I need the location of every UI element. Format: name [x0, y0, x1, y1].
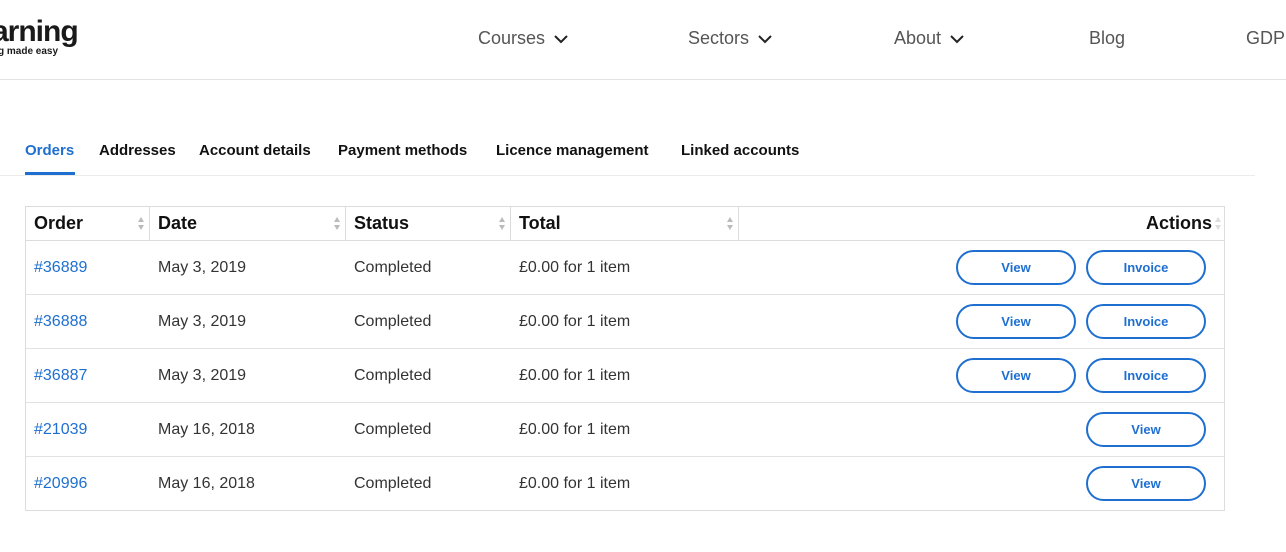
table-row: #21039 May 16, 2018 Completed £0.00 for … — [26, 403, 1224, 457]
order-number-link[interactable]: #36888 — [34, 295, 87, 348]
orders-table: Order Date Status Total Actions #36889 M… — [25, 206, 1225, 511]
nav-sectors-label: Sectors — [688, 28, 750, 48]
table-row: #36887 May 3, 2019 Completed £0.00 for 1… — [26, 349, 1224, 403]
table-row: #36888 May 3, 2019 Completed £0.00 for 1… — [26, 295, 1224, 349]
order-status: Completed — [354, 475, 432, 492]
chevron-down-icon — [758, 34, 772, 43]
view-button[interactable]: View — [1086, 466, 1206, 501]
chevron-down-icon — [950, 34, 964, 43]
view-button[interactable]: View — [956, 304, 1076, 339]
column-header-label: Total — [519, 213, 561, 233]
account-tabs: Orders Addresses Account details Payment… — [0, 128, 1255, 176]
order-date: May 16, 2018 — [158, 475, 255, 492]
tab-account-details[interactable]: Account details — [199, 142, 311, 159]
order-date: May 3, 2019 — [158, 313, 247, 330]
order-number-link[interactable]: #36889 — [34, 241, 87, 294]
column-header-label: Date — [158, 213, 198, 233]
order-total: £0.00 for 1 item — [519, 475, 631, 492]
tab-orders[interactable]: Orders — [25, 142, 74, 159]
table-row: #20996 May 16, 2018 Completed £0.00 for … — [26, 457, 1224, 510]
column-header-total[interactable]: Total — [511, 207, 739, 240]
order-status: Completed — [354, 313, 432, 330]
order-number-link[interactable]: #36887 — [34, 349, 87, 402]
invoice-button[interactable]: Invoice — [1086, 358, 1206, 393]
sort-icon — [1215, 217, 1221, 230]
invoice-button[interactable]: Invoice — [1086, 250, 1206, 285]
order-status: Completed — [354, 259, 432, 276]
sort-icon — [727, 217, 733, 230]
nav-gdpr[interactable]: GDP — [1246, 28, 1285, 49]
site-header: arning g made easy Courses Sectors About… — [0, 0, 1286, 80]
order-number-link[interactable]: #21039 — [34, 403, 87, 456]
order-total: £0.00 for 1 item — [519, 421, 631, 438]
column-header-actions[interactable]: Actions — [739, 207, 1224, 240]
logo-text: arning — [0, 15, 79, 48]
order-date: May 3, 2019 — [158, 367, 247, 384]
order-total: £0.00 for 1 item — [519, 313, 631, 330]
tab-licence-management[interactable]: Licence management — [496, 142, 649, 159]
column-header-date[interactable]: Date — [150, 207, 346, 240]
order-status: Completed — [354, 367, 432, 384]
view-button[interactable]: View — [1086, 412, 1206, 447]
order-date: May 16, 2018 — [158, 421, 255, 438]
nav-about[interactable]: About — [894, 28, 965, 49]
tab-linked-accounts[interactable]: Linked accounts — [681, 142, 799, 159]
nav-blog-label: Blog — [1089, 28, 1126, 48]
column-header-label: Actions — [1145, 213, 1212, 233]
nav-about-label: About — [894, 28, 942, 48]
table-header: Order Date Status Total Actions — [26, 207, 1224, 241]
view-button[interactable]: View — [956, 250, 1076, 285]
tab-payment-methods[interactable]: Payment methods — [338, 142, 467, 159]
chevron-down-icon — [554, 34, 568, 43]
invoice-button[interactable]: Invoice — [1086, 304, 1206, 339]
order-date: May 3, 2019 — [158, 259, 247, 276]
nav-blog[interactable]: Blog — [1089, 28, 1125, 49]
nav-gdpr-label: GDP — [1246, 28, 1286, 48]
column-header-label: Order — [34, 213, 84, 233]
site-logo[interactable]: arning g made easy — [0, 15, 79, 58]
sort-icon — [499, 217, 505, 230]
view-button[interactable]: View — [956, 358, 1076, 393]
table-row: #36889 May 3, 2019 Completed £0.00 for 1… — [26, 241, 1224, 295]
order-status: Completed — [354, 421, 432, 438]
column-header-order[interactable]: Order — [26, 207, 150, 240]
order-total: £0.00 for 1 item — [519, 259, 631, 276]
tab-addresses[interactable]: Addresses — [99, 142, 176, 159]
active-tab-indicator — [25, 172, 75, 175]
column-header-status[interactable]: Status — [346, 207, 511, 240]
order-total: £0.00 for 1 item — [519, 367, 631, 384]
nav-courses[interactable]: Courses — [478, 28, 569, 49]
order-number-link[interactable]: #20996 — [34, 457, 87, 510]
sort-icon — [334, 217, 340, 230]
nav-courses-label: Courses — [478, 28, 546, 48]
nav-sectors[interactable]: Sectors — [688, 28, 773, 49]
column-header-label: Status — [354, 213, 410, 233]
sort-icon — [138, 217, 144, 230]
